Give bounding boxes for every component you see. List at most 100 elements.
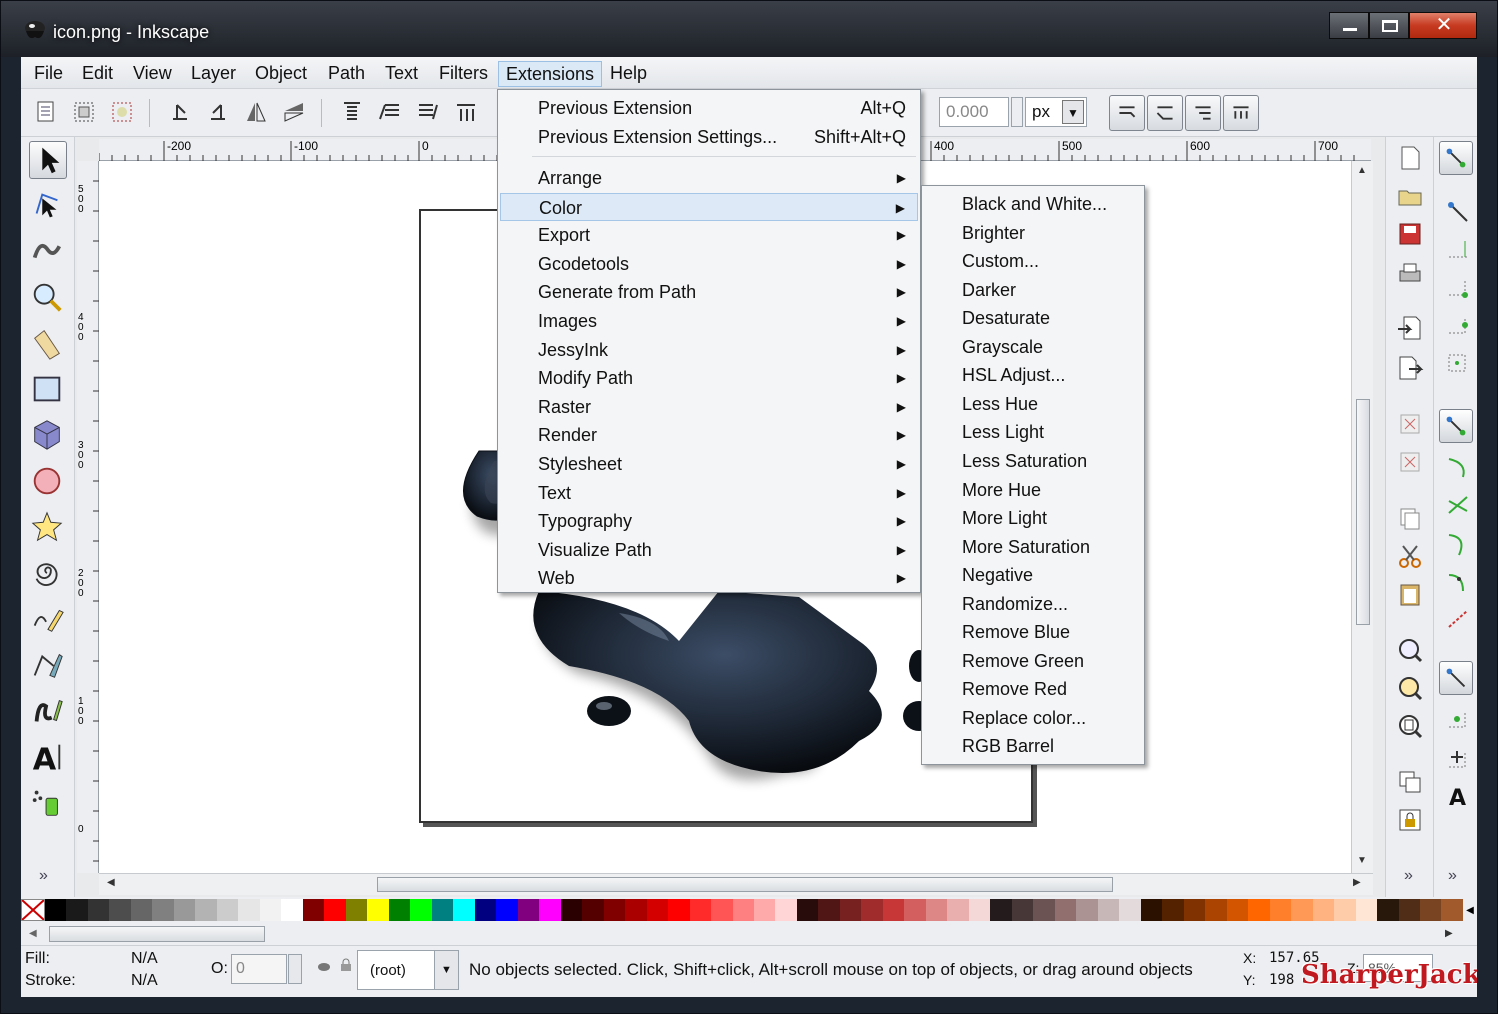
color-swatch[interactable] <box>1420 899 1441 921</box>
menu-item-web[interactable]: Web▶ <box>500 564 918 592</box>
snap-intersections-icon[interactable] <box>1443 491 1473 521</box>
menu-item-export[interactable]: Export▶ <box>500 221 918 249</box>
color-swatch[interactable] <box>861 899 882 921</box>
snap-cusp-icon[interactable] <box>1443 529 1473 559</box>
vertical-scrollbar[interactable]: ▲ ▼ <box>1351 161 1373 873</box>
menu-item-modify-path[interactable]: Modify Path▶ <box>500 364 918 392</box>
color-swatch[interactable] <box>1098 899 1119 921</box>
print-icon[interactable] <box>1395 259 1425 289</box>
color-swatch[interactable] <box>1227 899 1248 921</box>
menu-path[interactable]: Path <box>321 61 372 87</box>
snap-toggle-4[interactable] <box>1223 95 1259 131</box>
width-field[interactable]: 0.000 <box>939 97 1009 127</box>
opacity-stepper[interactable] <box>288 954 302 984</box>
snap-bbox-corner-icon[interactable] <box>1443 273 1473 303</box>
stroke-value[interactable]: N/A <box>131 972 158 990</box>
color-item-black-and-white[interactable]: Black and White... <box>924 190 1142 218</box>
color-swatch[interactable] <box>668 899 689 921</box>
maximize-button[interactable] <box>1369 12 1409 39</box>
snap-text-baseline-icon[interactable]: A <box>1443 781 1473 811</box>
menu-text[interactable]: Text <box>378 61 425 87</box>
color-swatch[interactable] <box>775 899 796 921</box>
color-swatch[interactable] <box>453 899 474 921</box>
menu-item-render[interactable]: Render▶ <box>500 421 918 449</box>
color-item-randomize[interactable]: Randomize... <box>924 590 1142 618</box>
rectangle-tool-icon[interactable] <box>29 371 67 409</box>
color-swatch[interactable] <box>1055 899 1076 921</box>
color-item-remove-blue[interactable]: Remove Blue <box>924 618 1142 646</box>
menu-item-text[interactable]: Text▶ <box>500 479 918 507</box>
raise-icon[interactable] <box>377 99 403 125</box>
scroll-left-icon[interactable]: ◀ <box>29 928 37 939</box>
color-swatch[interactable] <box>1399 899 1420 921</box>
menu-item-raster[interactable]: Raster▶ <box>500 393 918 421</box>
color-swatch[interactable] <box>840 899 861 921</box>
color-swatch[interactable] <box>1441 899 1462 921</box>
ellipse-tool-icon[interactable] <box>29 463 67 501</box>
menu-help[interactable]: Help <box>603 61 654 87</box>
more-tools-icon[interactable]: » <box>39 867 48 885</box>
color-swatch[interactable] <box>367 899 388 921</box>
pencil-tool-icon[interactable] <box>29 601 67 639</box>
menu-extensions[interactable]: Extensions <box>498 61 602 87</box>
color-swatch[interactable] <box>1334 899 1355 921</box>
scroll-thumb[interactable] <box>1356 399 1370 625</box>
color-swatch[interactable] <box>152 899 173 921</box>
snap-toggle-1[interactable] <box>1109 95 1145 131</box>
color-swatch[interactable] <box>797 899 818 921</box>
color-swatch[interactable] <box>1141 899 1162 921</box>
menu-item-previous-extension[interactable]: Previous ExtensionAlt+Q <box>500 94 918 122</box>
color-item-grayscale[interactable]: Grayscale <box>924 333 1142 361</box>
menu-item-stylesheet[interactable]: Stylesheet▶ <box>500 450 918 478</box>
open-icon[interactable] <box>1395 181 1425 211</box>
color-swatch[interactable] <box>260 899 281 921</box>
color-swatch[interactable] <box>475 899 496 921</box>
color-swatch[interactable] <box>904 899 925 921</box>
snap-bbox-midpoint-icon[interactable] <box>1443 311 1473 341</box>
flip-horizontal-icon[interactable] <box>243 99 269 125</box>
spiral-tool-icon[interactable] <box>29 555 67 593</box>
color-item-more-saturation[interactable]: More Saturation <box>924 533 1142 561</box>
color-swatch[interactable] <box>88 899 109 921</box>
color-swatch[interactable] <box>1076 899 1097 921</box>
snap-toggle-3[interactable] <box>1185 95 1221 131</box>
color-swatch[interactable] <box>281 899 302 921</box>
color-item-darker[interactable]: Darker <box>924 276 1142 304</box>
color-swatch[interactable] <box>1270 899 1291 921</box>
duplicate-icon[interactable] <box>1395 767 1425 797</box>
color-swatch[interactable] <box>690 899 711 921</box>
snap-bbox-icon[interactable] <box>1443 197 1473 227</box>
rotate-ccw-icon[interactable] <box>167 99 193 125</box>
color-swatch[interactable] <box>346 899 367 921</box>
horizontal-scrollbar[interactable]: ◀ ▶ <box>99 873 1373 895</box>
color-swatch[interactable] <box>818 899 839 921</box>
menu-item-arrange[interactable]: Arrange▶ <box>500 164 918 192</box>
color-swatch[interactable] <box>217 899 238 921</box>
export-icon[interactable] <box>1395 353 1425 383</box>
color-item-less-light[interactable]: Less Light <box>924 418 1142 446</box>
menu-file[interactable]: File <box>27 61 70 87</box>
undo-icon[interactable] <box>1395 409 1425 439</box>
color-swatch[interactable] <box>303 899 324 921</box>
color-item-negative[interactable]: Negative <box>924 561 1142 589</box>
scroll-left-icon[interactable]: ◀ <box>107 877 115 888</box>
select-all-layers-icon[interactable] <box>71 99 97 125</box>
color-swatch[interactable] <box>496 899 517 921</box>
color-swatch[interactable] <box>109 899 130 921</box>
menu-item-typography[interactable]: Typography▶ <box>500 507 918 535</box>
snap-centers-icon[interactable] <box>1443 705 1473 735</box>
tweak-tool-icon[interactable] <box>29 233 67 271</box>
color-item-brighter[interactable]: Brighter <box>924 219 1142 247</box>
scroll-up-icon[interactable]: ▲ <box>1357 165 1367 176</box>
lock-icon[interactable] <box>339 958 353 972</box>
snap-others-icon[interactable] <box>1439 661 1473 695</box>
snap-enable-icon[interactable] <box>1439 141 1473 175</box>
color-swatch[interactable] <box>561 899 582 921</box>
close-button[interactable]: ✕ <box>1409 12 1477 39</box>
color-swatch[interactable] <box>174 899 195 921</box>
color-swatch[interactable] <box>518 899 539 921</box>
menu-item-images[interactable]: Images▶ <box>500 307 918 335</box>
scroll-thumb[interactable] <box>377 877 1113 892</box>
color-swatch[interactable] <box>66 899 87 921</box>
color-swatch[interactable] <box>410 899 431 921</box>
